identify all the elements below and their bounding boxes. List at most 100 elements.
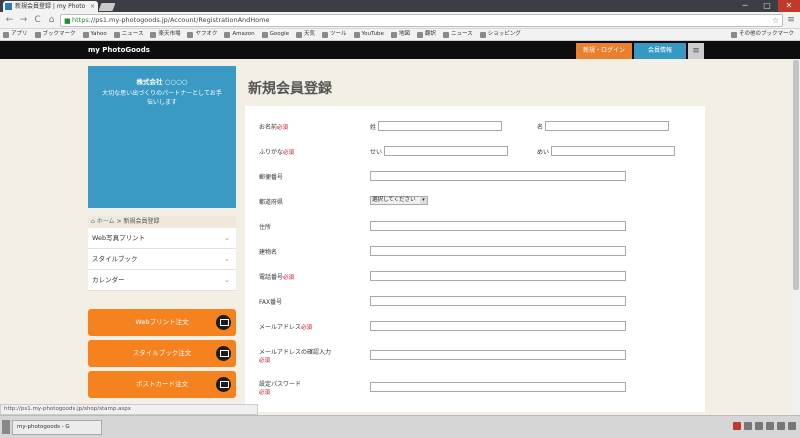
monitor-icon [216, 346, 231, 361]
bookmark-icon [353, 31, 360, 38]
bookmark-item[interactable]: ニュース [113, 29, 143, 40]
required-mark: 必須 [277, 125, 289, 131]
bookmark-item[interactable]: YouTube [353, 29, 384, 40]
bookmark-item[interactable]: 地図 [390, 29, 410, 40]
sidebar-item-stylebook[interactable]: スタイルブック ⌄ [88, 249, 236, 270]
postcard-order-button[interactable]: ポストカード注文 [88, 371, 236, 398]
breadcrumb-separator: > [116, 218, 122, 225]
login-button[interactable]: 新規・ログイン [576, 43, 632, 59]
browser-menu-icon[interactable]: ≡ [786, 15, 796, 25]
first-name-input[interactable] [545, 121, 669, 131]
shop-banner: 株式会社 ○○○○ 大切な思い出づくりのパートナーとしてお手伝いします [88, 66, 236, 208]
minimize-button[interactable]: ─ [734, 0, 756, 12]
shop-tagline: 大切な思い出づくりのパートナーとしてお手伝いします [102, 90, 222, 106]
prefecture-label: 都道府県 [259, 199, 284, 206]
bookmark-item[interactable]: Google [261, 29, 289, 40]
maximize-button[interactable]: □ [756, 0, 778, 12]
building-input[interactable] [370, 246, 626, 256]
bookmark-icon [187, 31, 194, 38]
email-confirm-label: メールアドレスの確認入力 必須 [259, 349, 332, 364]
breadcrumb-current: 新規会員登録 [123, 218, 160, 225]
bookmark-icon [322, 31, 329, 38]
bookmark-item[interactable]: ニュース [442, 29, 473, 40]
bookmark-item[interactable]: 翻訳 [416, 29, 436, 40]
bookmark-item[interactable]: Amazon [224, 29, 255, 40]
prefecture-select[interactable]: 選択してください ▾ [370, 196, 428, 205]
password-input[interactable] [370, 382, 626, 392]
clock-icon[interactable] [788, 422, 796, 430]
tel-input[interactable] [370, 271, 626, 281]
required-mark: 必須 [259, 358, 271, 364]
browser-tab-strip: 新規会員登録 | my Photo × ─ □ ✕ [0, 0, 800, 12]
required-mark: 必須 [283, 275, 295, 281]
email-confirm-input[interactable] [370, 350, 626, 360]
name-sei-label: 姓 [370, 124, 377, 131]
bookmark-item[interactable]: アプリ [3, 29, 28, 40]
os-taskbar: my-photogoods - G [0, 415, 800, 438]
bookmark-icon [442, 31, 449, 38]
browser-tab[interactable]: 新規会員登録 | my Photo × [3, 1, 98, 12]
reload-button[interactable]: C [32, 15, 43, 26]
bookmark-item[interactable]: Yahoo [82, 29, 107, 40]
sidebar-item-calendar[interactable]: カレンダー ⌄ [88, 270, 236, 291]
address-input[interactable] [370, 221, 626, 231]
last-name-input[interactable] [378, 121, 502, 131]
name-label: お名前必須 [259, 124, 289, 131]
site-logo[interactable]: my PhotoGoods [88, 41, 150, 59]
zip-input[interactable] [370, 171, 626, 181]
forward-button[interactable]: → [18, 15, 29, 26]
chevron-down-icon: ⌄ [224, 234, 230, 242]
sidebar-menu: Web写真プリント ⌄ スタイルブック ⌄ カレンダー ⌄ [88, 228, 236, 291]
email-input[interactable] [370, 321, 626, 331]
folder-icon [34, 31, 41, 38]
link-status-bar: http://ps1.my-photogoods.jp/shop/stamp.a… [0, 404, 258, 415]
bookmark-item[interactable]: 楽天市場 [150, 29, 180, 40]
url-scheme: https [72, 16, 89, 24]
bookmark-icon [82, 31, 89, 38]
hamburger-menu-icon[interactable]: ≡ [688, 43, 704, 59]
flag-icon[interactable] [744, 422, 752, 430]
breadcrumb-home-link[interactable]: ⌂ ホーム [91, 218, 115, 225]
sidebar-item-web-print[interactable]: Web写真プリント ⌄ [88, 228, 236, 249]
stylebook-order-button[interactable]: スタイルブック注文 [88, 340, 236, 367]
fax-label: FAX番号 [259, 299, 283, 306]
site-favicon-icon [5, 3, 12, 10]
shield-icon[interactable] [733, 422, 741, 430]
scrollbar-thumb[interactable] [793, 60, 799, 290]
other-bookmarks[interactable]: その他のブックマーク [730, 29, 800, 40]
new-tab-button[interactable] [98, 3, 116, 11]
volume-icon[interactable] [766, 422, 774, 430]
home-icon: ⌂ [91, 218, 95, 225]
required-mark: 必須 [301, 325, 313, 331]
start-icon[interactable] [2, 420, 10, 434]
bookmark-item[interactable]: 天気 [296, 29, 315, 40]
back-button[interactable]: ← [4, 15, 15, 26]
dropdown-arrow-icon: ▾ [420, 197, 427, 204]
page-scrollbar[interactable] [792, 59, 800, 415]
address-bar[interactable]: ■ https://ps1.my-photogoods.jp/Account/R… [60, 14, 783, 27]
last-name-kana-input[interactable] [384, 146, 508, 156]
taskbar-item[interactable]: my-photogoods - G [12, 420, 102, 435]
close-window-button[interactable]: ✕ [778, 0, 800, 12]
bookmark-item[interactable]: ヤフオク [187, 29, 217, 40]
required-mark: 必須 [283, 150, 295, 156]
network-icon[interactable] [755, 422, 763, 430]
bookmark-item[interactable]: ブックマーク [34, 29, 76, 40]
member-info-button[interactable]: 会員情報 [634, 43, 686, 59]
first-name-kana-input[interactable] [551, 146, 675, 156]
tab-title: 新規会員登録 | my Photo [15, 3, 86, 10]
tab-close-icon[interactable]: × [90, 1, 95, 12]
bookmark-item[interactable]: ツール [322, 29, 347, 40]
bookmark-star-icon[interactable]: ☆ [772, 15, 779, 26]
web-print-order-button[interactable]: Webプリント注文 [88, 309, 236, 336]
chevron-down-icon: ⌄ [224, 276, 230, 284]
chevron-down-icon: ⌄ [224, 255, 230, 263]
home-button[interactable]: ⌂ [46, 15, 57, 26]
keyboard-icon[interactable] [777, 422, 785, 430]
bookmarks-bar: アプリ ブックマーク Yahoo ニュース 楽天市場 ヤフオク Amazon G… [0, 29, 800, 41]
name-mei-label: 名 [537, 124, 544, 131]
fax-input[interactable] [370, 296, 626, 306]
bookmark-item[interactable]: ショッピング [479, 29, 521, 40]
bookmark-icon [296, 31, 303, 38]
shop-name: 株式会社 ○○○○ [136, 78, 188, 86]
